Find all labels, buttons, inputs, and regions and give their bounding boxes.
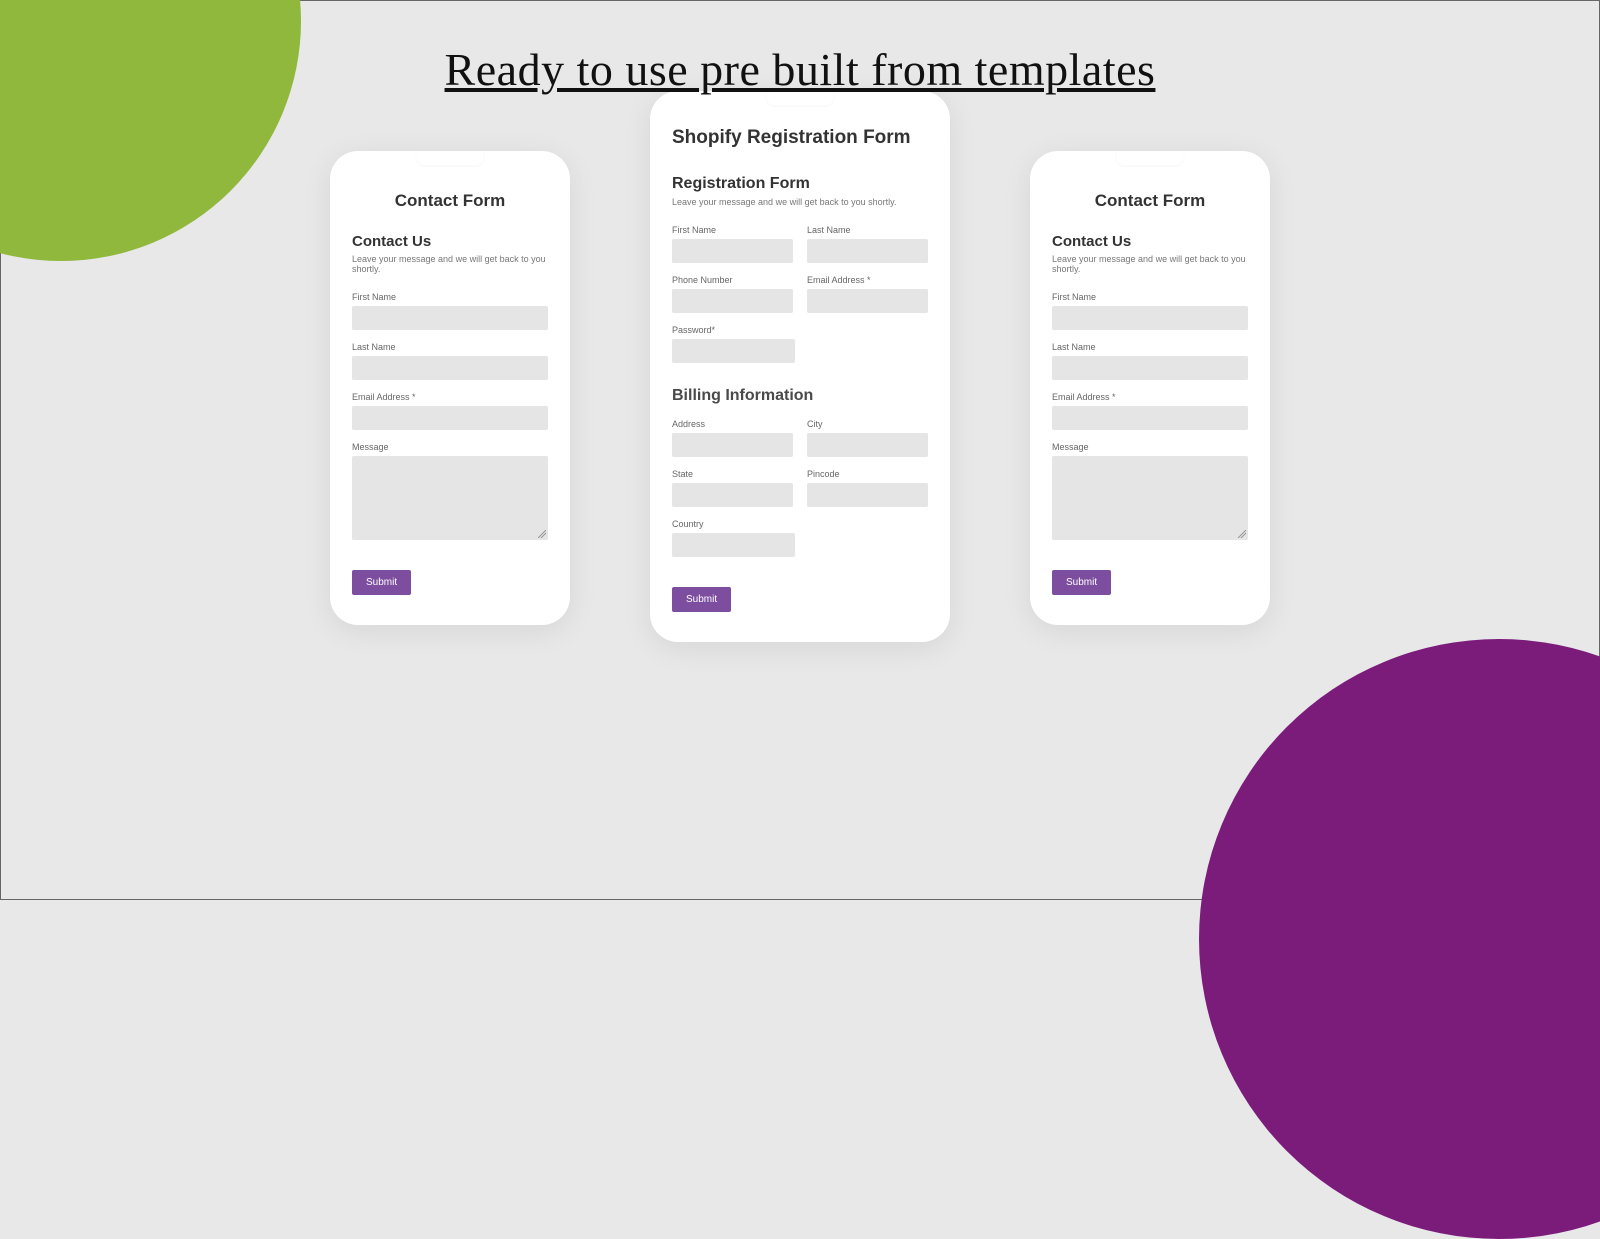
label-first-name: First Name xyxy=(352,292,548,302)
label-last-name: Last Name xyxy=(807,225,928,235)
label-email: Email Address * xyxy=(807,275,928,285)
state-input[interactable] xyxy=(672,483,793,507)
template-card-registration: Shopify Registration Form Registration F… xyxy=(650,91,950,642)
section-subtext: Leave your message and we will get back … xyxy=(1052,254,1248,274)
label-last-name: Last Name xyxy=(352,342,548,352)
section-heading: Contact Us xyxy=(352,233,548,250)
message-textarea[interactable] xyxy=(352,456,548,540)
email-input[interactable] xyxy=(807,289,928,313)
first-name-input[interactable] xyxy=(1052,306,1248,330)
last-name-input[interactable] xyxy=(1052,356,1248,380)
country-input[interactable] xyxy=(672,533,795,557)
first-name-input[interactable] xyxy=(672,239,793,263)
section-heading: Contact Us xyxy=(1052,233,1248,250)
phone-notch-icon xyxy=(415,151,485,167)
password-input[interactable] xyxy=(672,339,795,363)
label-state: State xyxy=(672,469,793,479)
label-message: Message xyxy=(1052,442,1248,452)
message-textarea[interactable] xyxy=(1052,456,1248,540)
submit-button[interactable]: Submit xyxy=(1052,570,1111,595)
address-input[interactable] xyxy=(672,433,793,457)
template-card-contact-right: Contact Form Contact Us Leave your messa… xyxy=(1030,151,1270,625)
form-title: Contact Form xyxy=(352,191,548,211)
label-pincode: Pincode xyxy=(807,469,928,479)
decorative-blob-purple xyxy=(1199,639,1600,1239)
label-address: Address xyxy=(672,419,793,429)
form-title: Shopify Registration Form xyxy=(672,127,928,149)
last-name-input[interactable] xyxy=(807,239,928,263)
section-heading: Registration Form xyxy=(672,175,928,193)
phone-notch-icon xyxy=(1115,151,1185,167)
label-phone: Phone Number xyxy=(672,275,793,285)
label-city: City xyxy=(807,419,928,429)
billing-heading: Billing Information xyxy=(672,387,928,405)
page-headline: Ready to use pre built from templates xyxy=(1,43,1599,96)
label-first-name: First Name xyxy=(672,225,793,235)
template-cards-row: Contact Form Contact Us Leave your messa… xyxy=(1,151,1599,642)
label-last-name: Last Name xyxy=(1052,342,1248,352)
section-subtext: Leave your message and we will get back … xyxy=(352,254,548,274)
email-input[interactable] xyxy=(1052,406,1248,430)
first-name-input[interactable] xyxy=(352,306,548,330)
submit-button[interactable]: Submit xyxy=(672,587,731,612)
resize-handle-icon xyxy=(538,530,546,538)
label-email: Email Address * xyxy=(352,392,548,402)
template-card-contact-left: Contact Form Contact Us Leave your messa… xyxy=(330,151,570,625)
label-country: Country xyxy=(672,519,795,529)
label-password: Password* xyxy=(672,325,795,335)
phone-input[interactable] xyxy=(672,289,793,313)
resize-handle-icon xyxy=(1238,530,1246,538)
pincode-input[interactable] xyxy=(807,483,928,507)
form-title: Contact Form xyxy=(1052,191,1248,211)
submit-button[interactable]: Submit xyxy=(352,570,411,595)
label-email: Email Address * xyxy=(1052,392,1248,402)
section-subtext: Leave your message and we will get back … xyxy=(672,197,928,207)
label-first-name: First Name xyxy=(1052,292,1248,302)
label-message: Message xyxy=(352,442,548,452)
last-name-input[interactable] xyxy=(352,356,548,380)
city-input[interactable] xyxy=(807,433,928,457)
email-input[interactable] xyxy=(352,406,548,430)
